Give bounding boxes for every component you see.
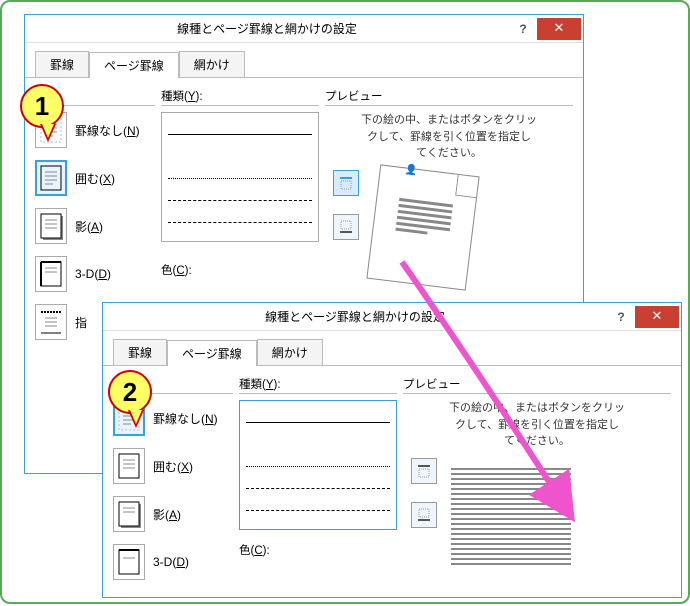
page-preview-2[interactable] bbox=[451, 458, 571, 568]
shadow-icon bbox=[35, 208, 67, 244]
tab-strip: 罫線 ページ罫線 網かけ bbox=[25, 43, 583, 78]
help-button-2[interactable]: ? bbox=[607, 310, 635, 324]
preview-bottom-border-button[interactable] bbox=[333, 214, 359, 240]
callout-2: 2 bbox=[108, 370, 152, 414]
tab-strip-2: 罫線 ページ罫線 網かけ bbox=[103, 331, 681, 366]
option-3d-label: 3-D(D) bbox=[75, 267, 111, 281]
help-button[interactable]: ? bbox=[509, 22, 537, 36]
option-box-2[interactable]: 囲む(X) bbox=[113, 448, 233, 484]
tab-border-2[interactable]: 罫線 bbox=[113, 339, 167, 365]
line-style-list-2[interactable] bbox=[239, 400, 397, 530]
color-label-2: 色(C): bbox=[239, 542, 397, 559]
preview-hint: 下の絵の中、またはボタンをクリッ クして、罫線を引く位置を指定し てください。 bbox=[325, 112, 573, 170]
dialog-title-2: 線種とページ罫線と網かけの設定 bbox=[103, 308, 607, 325]
tab-shading-2[interactable]: 網かけ bbox=[257, 339, 323, 365]
tab-page-border[interactable]: ページ罫線 bbox=[89, 52, 179, 78]
option-3d-label-2: 3-D(D) bbox=[153, 555, 189, 569]
preview-hint-2: 下の絵の中、またはボタンをクリッ クして、罫線を引く位置を指定し てください。 bbox=[403, 400, 671, 458]
threed-icon-2 bbox=[113, 544, 145, 580]
option-3d[interactable]: 3-D(D) bbox=[35, 256, 155, 292]
option-shadow[interactable]: 影(A) bbox=[35, 208, 155, 244]
option-shadow-label: 影(A) bbox=[75, 218, 103, 235]
dialog-title: 線種とページ罫線と網かけの設定 bbox=[25, 20, 509, 37]
option-box[interactable]: 囲む(X) bbox=[35, 160, 155, 196]
option-3d-2[interactable]: 3-D(D) bbox=[113, 544, 233, 580]
close-button[interactable]: ✕ bbox=[537, 18, 581, 40]
line-style-list[interactable] bbox=[161, 112, 319, 242]
option-box-label-2: 囲む(X) bbox=[153, 458, 193, 475]
preview-label-2: プレビュー bbox=[403, 376, 671, 394]
dialog-borders-2: 線種とページ罫線と網かけの設定 ? ✕ 罫線 ページ罫線 網かけ 種類: 罫線な… bbox=[102, 302, 682, 598]
style-label: 種類(Y): bbox=[161, 88, 319, 106]
pin-icon: 👤 bbox=[404, 164, 418, 176]
option-none-label: 罫線なし(N) bbox=[75, 122, 140, 139]
page-preview[interactable]: 👤 bbox=[366, 164, 479, 290]
close-button-2[interactable]: ✕ bbox=[635, 306, 679, 328]
titlebar: 線種とページ罫線と網かけの設定 ? ✕ bbox=[25, 15, 583, 43]
callout-1: 1 bbox=[20, 84, 64, 128]
preview-top-border-button-2[interactable] bbox=[411, 458, 437, 484]
option-none-label-2: 罫線なし(N) bbox=[153, 410, 218, 427]
tab-shading[interactable]: 網かけ bbox=[179, 51, 245, 77]
tab-border[interactable]: 罫線 bbox=[35, 51, 89, 77]
box-icon bbox=[35, 160, 67, 196]
preview-label: プレビュー bbox=[325, 88, 573, 106]
titlebar-2: 線種とページ罫線と網かけの設定 ? ✕ bbox=[103, 303, 681, 331]
option-custom-label: 指 bbox=[75, 314, 87, 331]
tab-page-border-2[interactable]: ページ罫線 bbox=[167, 340, 257, 366]
threed-icon bbox=[35, 256, 67, 292]
shadow-icon-2 bbox=[113, 496, 145, 532]
preview-top-border-button[interactable] bbox=[333, 170, 359, 196]
box-icon-2 bbox=[113, 448, 145, 484]
preview-bottom-border-button-2[interactable] bbox=[411, 502, 437, 528]
option-box-label: 囲む(X) bbox=[75, 170, 115, 187]
option-shadow-2[interactable]: 影(A) bbox=[113, 496, 233, 532]
custom-icon bbox=[35, 304, 67, 340]
style-label-2: 種類(Y): bbox=[239, 376, 397, 394]
option-shadow-label-2: 影(A) bbox=[153, 506, 181, 523]
color-label: 色(C): bbox=[161, 262, 319, 279]
